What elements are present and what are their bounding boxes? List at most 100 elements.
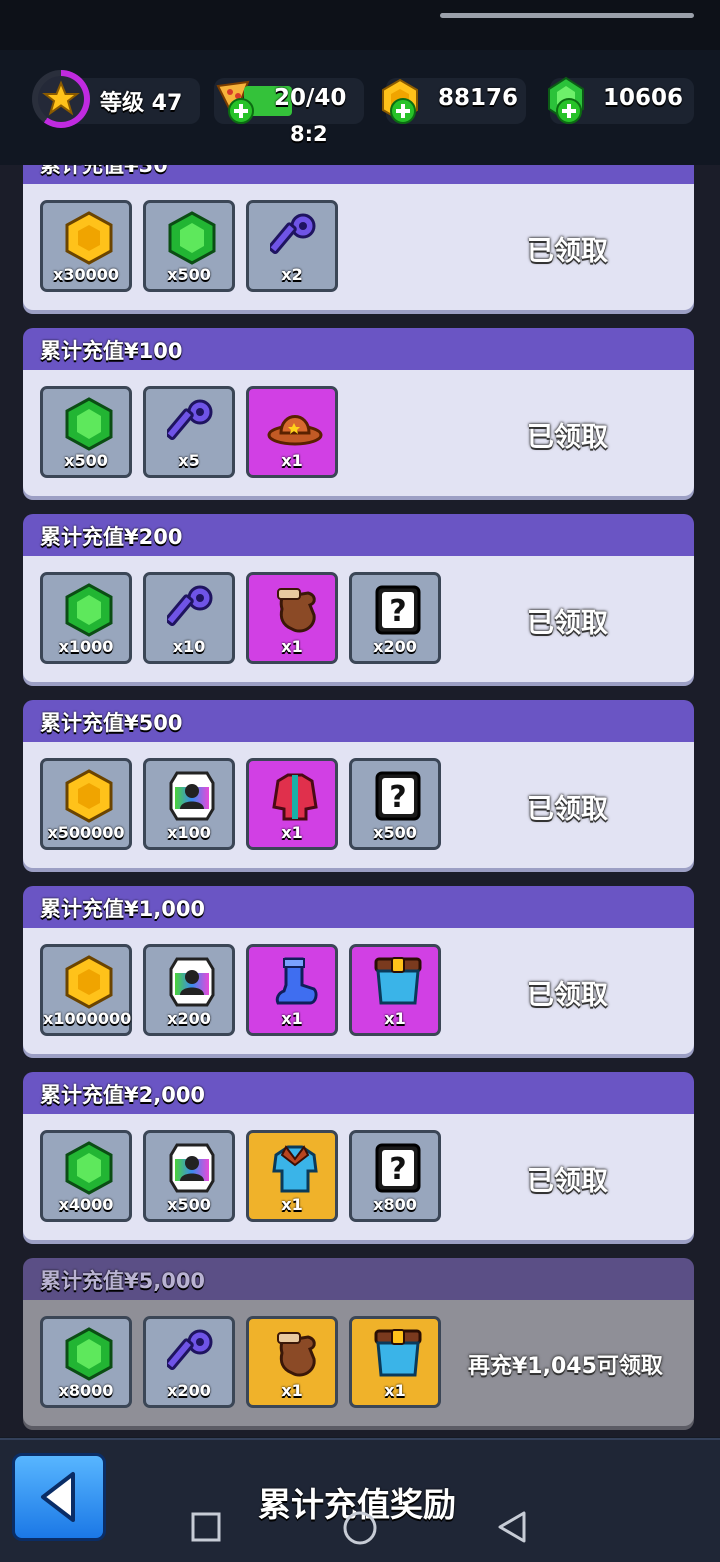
reward-item[interactable]: x500: [143, 200, 235, 292]
svg-text:?: ?: [389, 1152, 406, 1187]
reward-count: x800: [373, 1195, 417, 1214]
reward-item[interactable]: x1: [246, 758, 338, 850]
tier-title: 累计充值¥500: [40, 711, 183, 735]
reward-count: x200: [167, 1381, 211, 1400]
reward-item[interactable]: x2: [246, 200, 338, 292]
home-icon[interactable]: [342, 1510, 378, 1546]
reward-item[interactable]: x100: [143, 758, 235, 850]
level-label: 等级 47: [100, 91, 183, 116]
tier-title: 累计充值¥200: [40, 525, 183, 549]
reward-count: x100: [167, 823, 211, 842]
tier-title: 累计充值¥30: [40, 165, 168, 177]
tier-header: 累计充值¥200: [23, 514, 694, 556]
reward-item[interactable]: x1: [246, 1130, 338, 1222]
reward-item[interactable]: x5: [143, 386, 235, 478]
tier-body: x4000 x500 x1? x800 已领取: [23, 1114, 694, 1240]
reward-count: x500: [64, 451, 108, 470]
reward-count: x1: [281, 451, 303, 470]
reward-count: x1: [281, 823, 303, 842]
reward-item[interactable]: x1: [349, 1316, 441, 1408]
reward-tier: 累计充值¥100 x500 x5 x1 已领取: [23, 328, 694, 498]
back-arrow-icon: [41, 1472, 75, 1522]
tier-header: 累计充值¥30: [23, 165, 694, 184]
tier-header: 累计充值¥2,000: [23, 1072, 694, 1114]
reward-tier: 累计充值¥5,000 x8000 x200 x1 x1 再充¥1,045可领取: [23, 1258, 694, 1428]
tier-title: 累计充值¥100: [40, 339, 183, 363]
tier-header: 累计充值¥5,000: [23, 1258, 694, 1300]
reward-item[interactable]: x1: [246, 572, 338, 664]
gesture-handle: [440, 13, 694, 18]
reward-item[interactable]: x200: [143, 1316, 235, 1408]
claimed-status: 已领取: [527, 794, 608, 825]
reward-count: x500: [373, 823, 417, 842]
claimed-status: 已领取: [527, 980, 608, 1011]
reward-count: x1: [281, 637, 303, 656]
claimed-status: 已领取: [527, 608, 608, 639]
reward-count: x8000: [58, 1381, 114, 1400]
reward-item[interactable]: x200: [143, 944, 235, 1036]
reward-item[interactable]: x1: [349, 944, 441, 1036]
reward-item[interactable]: x8000: [40, 1316, 132, 1408]
reward-count: x30000: [53, 265, 119, 284]
svg-text:?: ?: [389, 594, 406, 629]
reward-item[interactable]: x30000: [40, 200, 132, 292]
gems-count: 10606: [603, 85, 684, 111]
reward-count: x500: [167, 1195, 211, 1214]
add-gems-button[interactable]: [556, 98, 582, 124]
system-status-bar: [0, 0, 720, 50]
reward-item[interactable]: ? x500: [349, 758, 441, 850]
reward-tier-list[interactable]: 累计充值¥30 x30000 x500 x2 已领取 累计充值¥100 x500 x5 x1 已领…: [0, 165, 720, 1437]
reward-item[interactable]: ? x800: [349, 1130, 441, 1222]
add-coins-button[interactable]: [390, 98, 416, 124]
reward-item[interactable]: x500000: [40, 758, 132, 850]
remaining-amount-label: 再充¥1,045可领取: [468, 1354, 663, 1379]
back-button[interactable]: [12, 1453, 106, 1541]
tier-header: 累计充值¥100: [23, 328, 694, 370]
tier-title: 累计充值¥5,000: [40, 1269, 206, 1293]
reward-item[interactable]: x10: [143, 572, 235, 664]
reward-count: x200: [373, 637, 417, 656]
coins-count: 88176: [438, 85, 519, 111]
reward-count: x4000: [58, 1195, 114, 1214]
reward-count: x1: [384, 1009, 406, 1028]
reward-count: x1000: [58, 637, 114, 656]
reward-item[interactable]: x1: [246, 944, 338, 1036]
reward-item[interactable]: x500: [40, 386, 132, 478]
reward-count: x10: [172, 637, 206, 656]
reward-count: x1: [281, 1009, 303, 1028]
tier-body: x500000 x100 x1? x500 已领取: [23, 742, 694, 868]
reward-item[interactable]: x1: [246, 1316, 338, 1408]
claimed-status: 已领取: [527, 236, 608, 267]
reward-count: x500000: [47, 823, 125, 842]
recent-apps-icon[interactable]: [191, 1510, 221, 1542]
reward-tier: 累计充值¥2,000 x4000 x500 x1? x800 已领取: [23, 1072, 694, 1242]
star-icon: [42, 80, 80, 116]
nav-back-icon[interactable]: [496, 1510, 528, 1544]
tier-body: x30000 x500 x2 已领取: [23, 184, 694, 310]
tier-body: x1000 x10 x1? x200 已领取: [23, 556, 694, 682]
claimed-status: 已领取: [527, 1166, 608, 1197]
reward-count: x1: [281, 1195, 303, 1214]
tier-title: 累计充值¥2,000: [40, 1083, 206, 1107]
energy-timer: 8:2: [290, 122, 328, 146]
reward-item[interactable]: x500: [143, 1130, 235, 1222]
reward-item[interactable]: x1: [246, 386, 338, 478]
tier-body: x500 x5 x1 已领取: [23, 370, 694, 496]
reward-item[interactable]: ? x200: [349, 572, 441, 664]
reward-tier: 累计充值¥1,000 x1000000 x200 x1 x1 已领取: [23, 886, 694, 1056]
reward-item[interactable]: x4000: [40, 1130, 132, 1222]
add-energy-button[interactable]: [228, 98, 254, 124]
reward-count: x1: [281, 1381, 303, 1400]
reward-count: x1: [384, 1381, 406, 1400]
tier-header: 累计充值¥1,000: [23, 886, 694, 928]
reward-tier: 累计充值¥200 x1000 x10 x1? x200 已领取: [23, 514, 694, 684]
level-badge[interactable]: [32, 70, 90, 128]
reward-count: x5: [178, 451, 200, 470]
svg-text:?: ?: [389, 780, 406, 815]
tier-title: 累计充值¥1,000: [40, 897, 206, 921]
reward-item[interactable]: x1000000: [40, 944, 132, 1036]
reward-tier: 累计充值¥30 x30000 x500 x2 已领取: [23, 165, 694, 312]
energy-count: 20/40: [274, 85, 347, 111]
reward-item[interactable]: x1000: [40, 572, 132, 664]
tier-header: 累计充值¥500: [23, 700, 694, 742]
